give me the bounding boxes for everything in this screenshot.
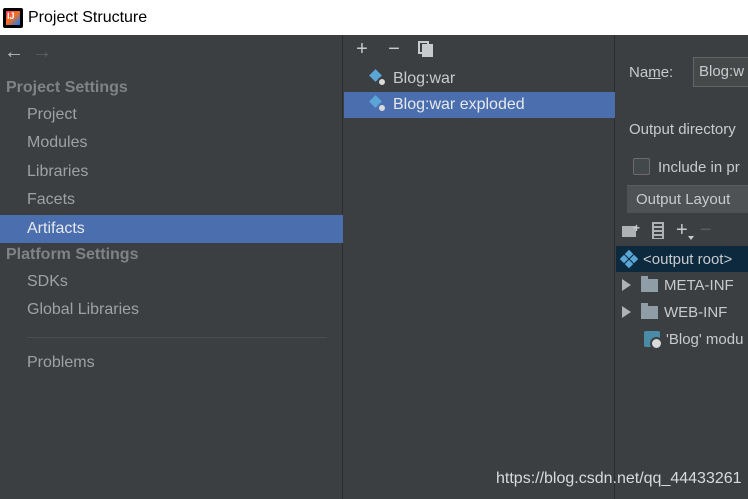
create-archive-icon[interactable] (652, 221, 664, 239)
include-in-build-label[interactable]: Include in pr (658, 159, 740, 176)
war-artifact-icon (369, 69, 388, 88)
tree-item-output-root[interactable]: <output root> (616, 246, 748, 272)
artifact-item[interactable]: Blog:war (344, 66, 615, 92)
tree-label: <output root> (643, 250, 733, 268)
artifact-label: Blog:war exploded (393, 96, 525, 113)
folder-icon (641, 302, 658, 319)
sidebar-item-libraries[interactable]: Libraries (0, 158, 343, 186)
intellij-logo-icon (3, 7, 23, 28)
project-settings-header: Project Settings (6, 79, 128, 96)
output-root-icon (619, 249, 639, 269)
folder-icon (641, 275, 658, 292)
name-label: Name: (629, 64, 674, 81)
sidebar-item-facets[interactable]: Facets (0, 186, 343, 214)
remove-artifact-button[interactable]: − (384, 39, 404, 59)
artifact-item-selected[interactable]: Blog:war exploded (344, 92, 615, 118)
sidebar-item-sdks[interactable]: SDKs (0, 268, 343, 296)
arrow-left-icon[interactable]: ← (4, 41, 24, 63)
tab-output-layout[interactable]: Output Layout (627, 185, 748, 213)
window-title: Project Structure (28, 8, 148, 26)
sidebar-item-project[interactable]: Project (0, 101, 343, 129)
add-artifact-button[interactable]: + (352, 39, 372, 59)
add-copy-button[interactable]: + (676, 220, 694, 240)
tree-label: META-INF (664, 276, 734, 294)
sidebar-item-modules[interactable]: Modules (0, 129, 343, 157)
create-directory-icon[interactable] (622, 221, 640, 237)
sidebar-item-problems[interactable]: Problems (0, 349, 343, 377)
arrow-right-icon: → (32, 41, 52, 63)
sidebar-item-artifacts[interactable]: Artifacts (0, 215, 343, 243)
copy-icon[interactable] (416, 39, 436, 59)
sidebar-item-global-libraries[interactable]: Global Libraries (0, 296, 343, 324)
artifact-name-field[interactable]: Blog:w (693, 57, 748, 87)
artifact-label: Blog:war (393, 70, 456, 87)
module-output-icon (644, 331, 663, 350)
war-exploded-artifact-icon (369, 95, 388, 114)
tree-item-meta-inf[interactable]: META-INF (616, 272, 748, 298)
output-layout-toolbar: + − (622, 220, 711, 240)
sidebar-divider (27, 337, 327, 338)
tree-item-web-inf[interactable]: WEB-INF (616, 299, 748, 325)
artifacts-toolbar: + − (352, 39, 436, 59)
remove-element-button: − (699, 219, 712, 241)
tree-item-module-output[interactable]: 'Blog' modu (616, 326, 748, 352)
expand-arrow-icon[interactable] (622, 306, 631, 318)
title-bar: Project Structure (0, 0, 748, 35)
artifacts-pane: + − Blog:war Blog:war exploded (344, 35, 615, 499)
tree-label: WEB-INF (664, 303, 728, 321)
watermark: https://blog.csdn.net/qq_44433261 (496, 470, 742, 487)
include-in-build-checkbox[interactable] (633, 158, 650, 175)
settings-sidebar: ← → Project Settings Project Modules Lib… (0, 35, 343, 499)
output-directory-label: Output directory (629, 121, 736, 138)
artifact-detail-pane: Name: Blog:w Output directory Include in… (616, 35, 748, 499)
platform-settings-header: Platform Settings (6, 246, 139, 263)
navigation-arrows: ← → (4, 41, 52, 63)
tree-label: 'Blog' modu (666, 330, 744, 348)
expand-arrow-icon[interactable] (622, 279, 631, 291)
